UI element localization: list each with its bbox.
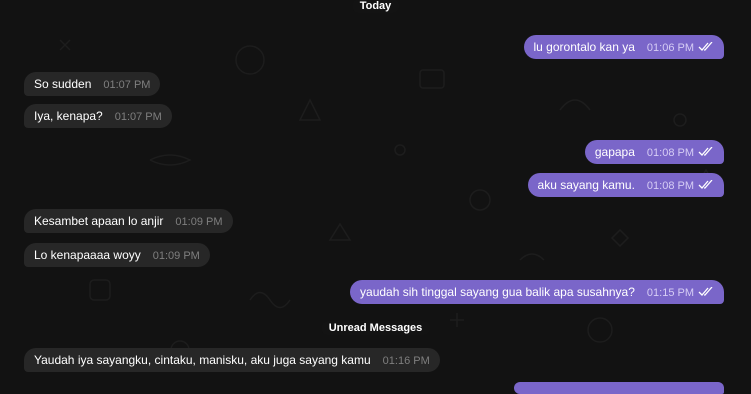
- message-text: lu gorontalo kan ya: [533, 40, 635, 54]
- message-time: 01:08 PM: [646, 180, 694, 192]
- message-bubble-outgoing[interactable]: aku sayang kamu. 01:08 PM: [527, 173, 724, 197]
- message-text: So sudden: [34, 77, 92, 91]
- message-bubble-incoming[interactable]: Iya, kenapa? 01:07 PM: [24, 104, 172, 128]
- message-text: Yaudah iya sayangku, cintaku, manisku, a…: [34, 353, 371, 367]
- message-bubble-incoming[interactable]: Lo kenapaaaa woyy 01:09 PM: [24, 243, 210, 267]
- message-time: 01:08 PM: [646, 147, 694, 159]
- message-bubble-outgoing-partial[interactable]: [514, 382, 724, 394]
- double-check-icon: [698, 41, 713, 51]
- message-time: 01:16 PM: [382, 355, 430, 367]
- message-time: 01:09 PM: [175, 216, 223, 228]
- date-separator: Today: [351, 0, 400, 13]
- message-text: Kesambet apaan lo anjir: [34, 214, 164, 228]
- double-check-icon: [698, 286, 713, 296]
- message-time: 01:15 PM: [646, 287, 694, 299]
- message-time: 01:06 PM: [646, 42, 694, 54]
- message-text: gapapa: [594, 145, 635, 159]
- message-bubble-incoming[interactable]: So sudden 01:07 PM: [24, 72, 161, 96]
- message-text: Iya, kenapa?: [34, 109, 103, 123]
- message-text: aku sayang kamu.: [537, 178, 635, 192]
- message-text: Lo kenapaaaa woyy: [34, 248, 141, 262]
- message-text: yaudah sih tinggal sayang gua balik apa …: [360, 285, 635, 299]
- message-time: 01:07 PM: [103, 79, 151, 91]
- message-bubble-outgoing[interactable]: lu gorontalo kan ya 01:06 PM: [523, 35, 724, 59]
- double-check-icon: [698, 146, 713, 156]
- message-bubble-outgoing[interactable]: gapapa 01:08 PM: [584, 140, 724, 164]
- message-time: 01:07 PM: [114, 111, 162, 123]
- message-bubble-incoming[interactable]: Kesambet apaan lo anjir 01:09 PM: [24, 209, 233, 233]
- message-bubble-incoming[interactable]: Yaudah iya sayangku, cintaku, manisku, a…: [24, 348, 440, 372]
- message-time: 01:09 PM: [152, 250, 200, 262]
- unread-messages-separator: Unread Messages: [320, 321, 431, 335]
- message-bubble-outgoing[interactable]: yaudah sih tinggal sayang gua balik apa …: [350, 280, 724, 304]
- double-check-icon: [698, 179, 713, 189]
